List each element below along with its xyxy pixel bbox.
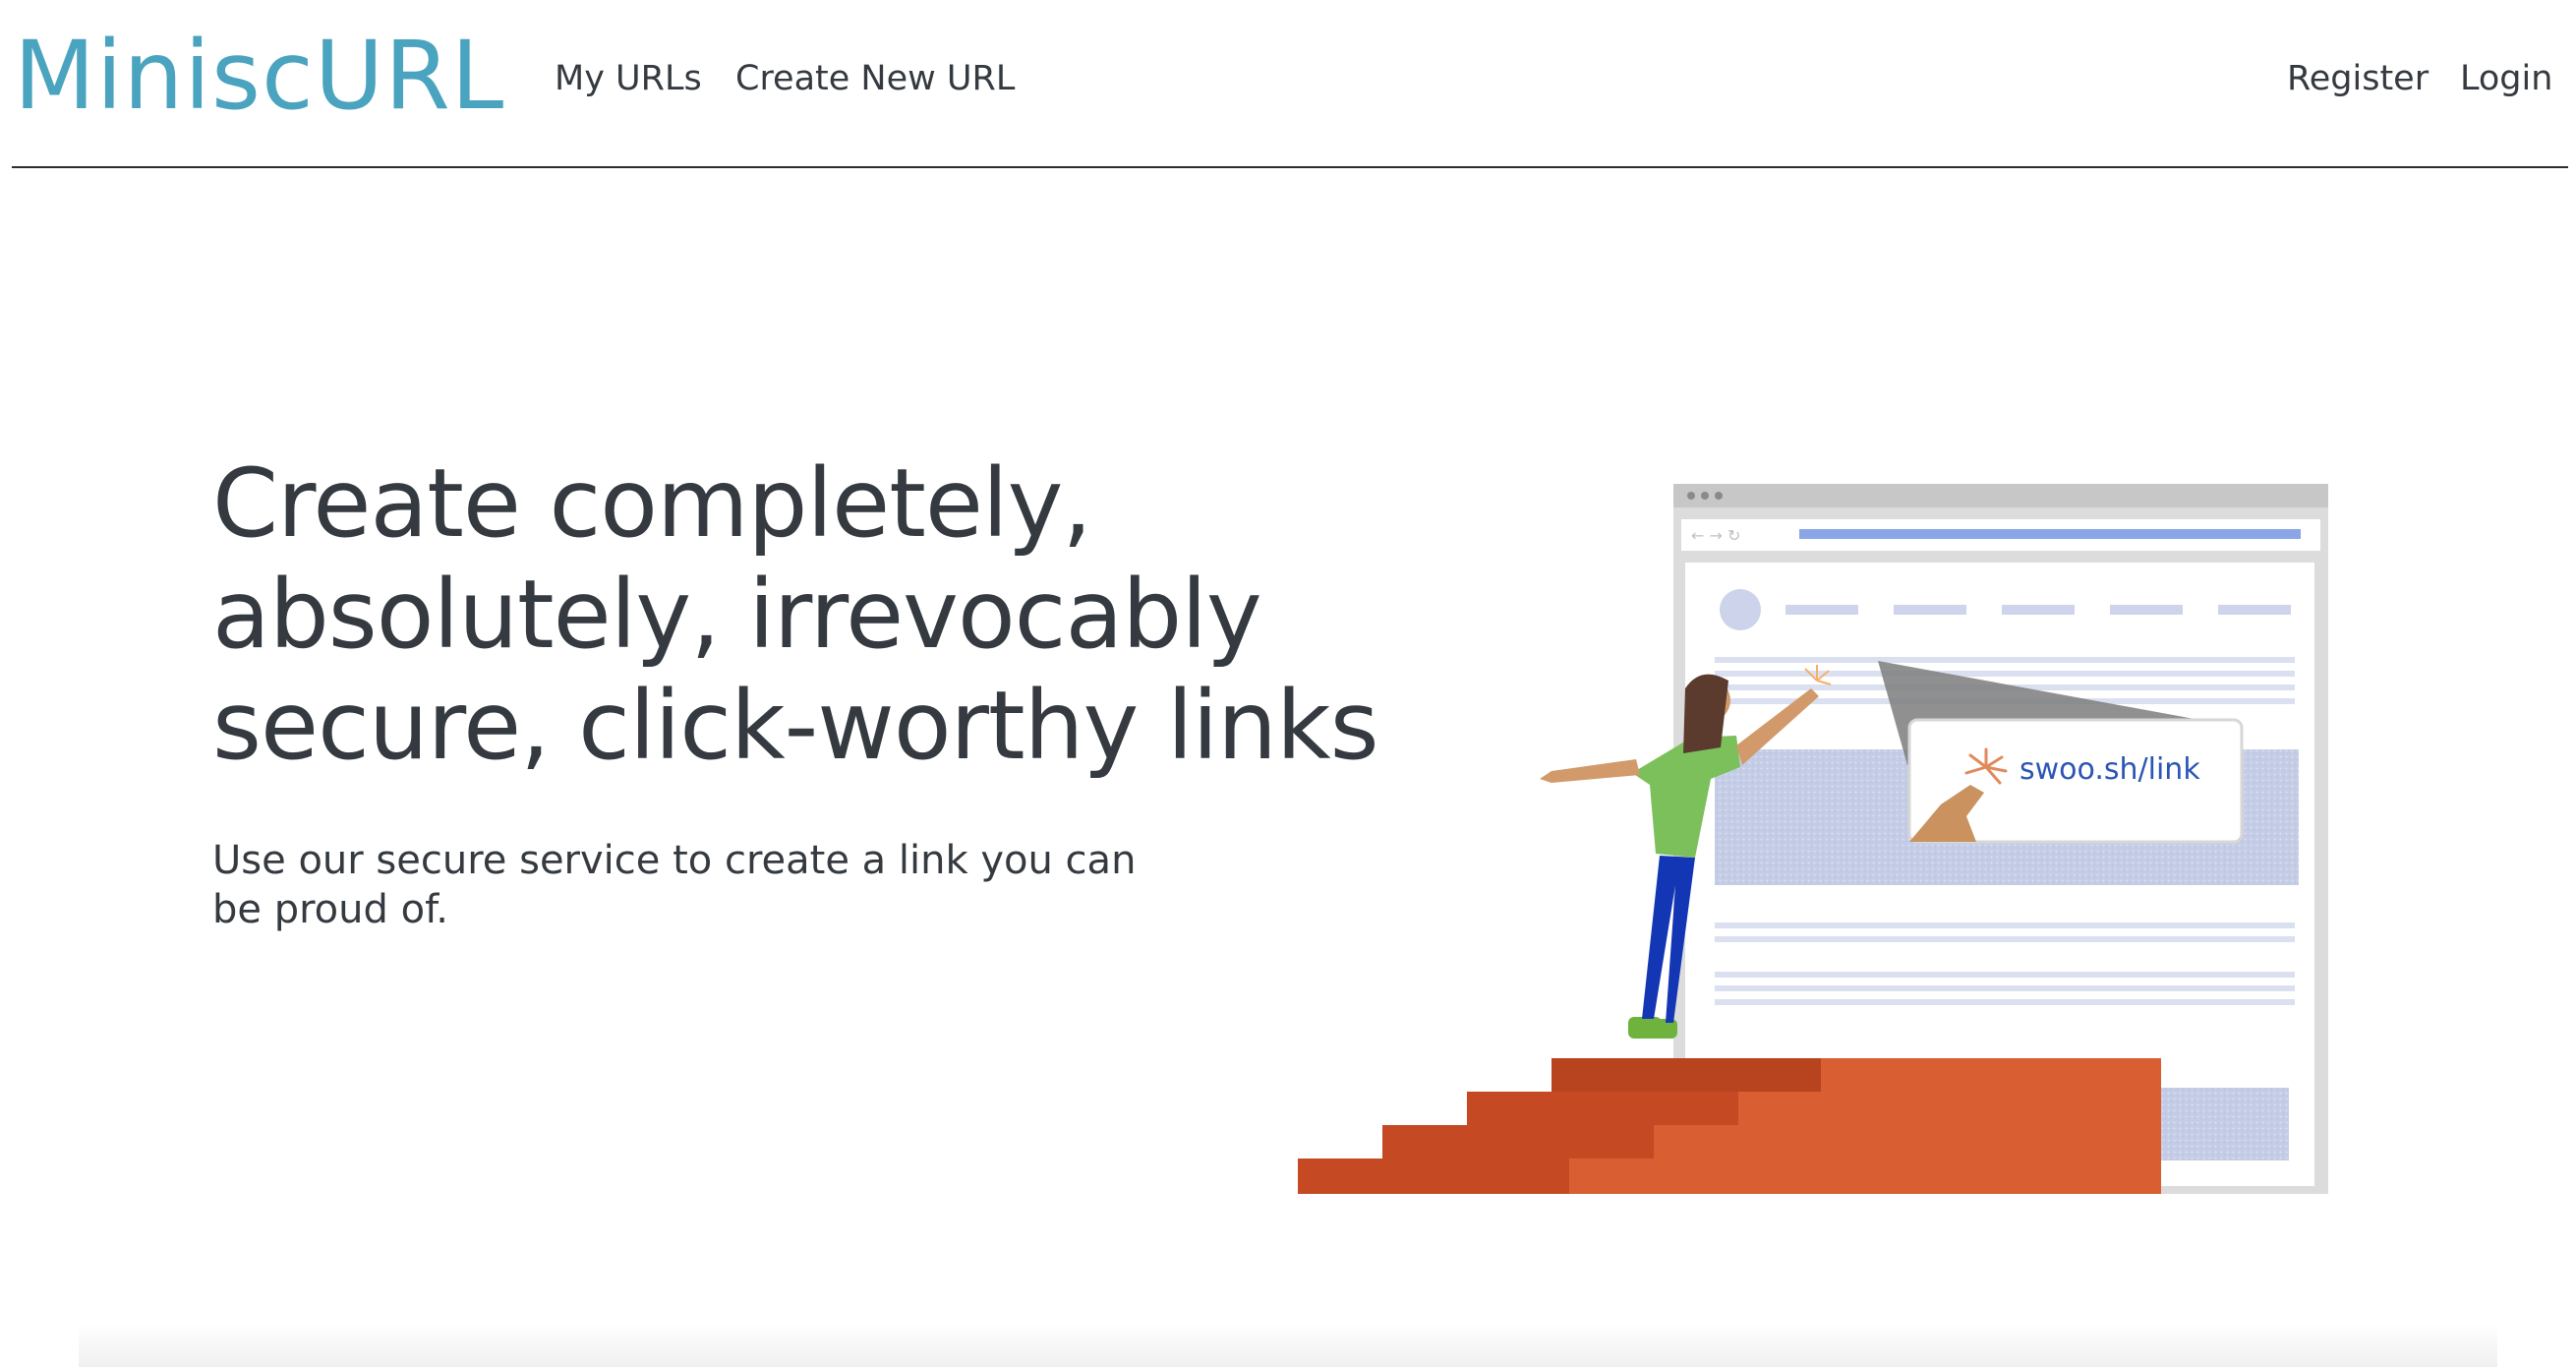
nav-link-login[interactable]: Login — [2460, 55, 2552, 102]
popup-link-text: swoo.sh/link — [2020, 752, 2200, 787]
link-popup-card: swoo.sh/link — [1907, 718, 2244, 844]
svg-text:← → ↻: ← → ↻ — [1691, 526, 1740, 545]
brand-logo-link[interactable]: MiniscURL — [14, 12, 504, 140]
hero-illustration: ← → ↻ swoo.sh/link — [1298, 484, 2328, 1194]
nav-link-my-urls[interactable]: My URLs — [555, 55, 702, 102]
nav-link-create-new-url[interactable]: Create New URL — [735, 55, 1015, 102]
section-bottom-shadow — [79, 1323, 2497, 1367]
navbar-divider — [12, 166, 2568, 168]
stairs-graphic — [1298, 1058, 2161, 1194]
hero-subtitle: Use our secure service to create a link … — [212, 838, 1137, 932]
navbar: MiniscURL My URLs Create New URL Registe… — [0, 0, 2576, 168]
nav-link-register[interactable]: Register — [2287, 55, 2429, 102]
